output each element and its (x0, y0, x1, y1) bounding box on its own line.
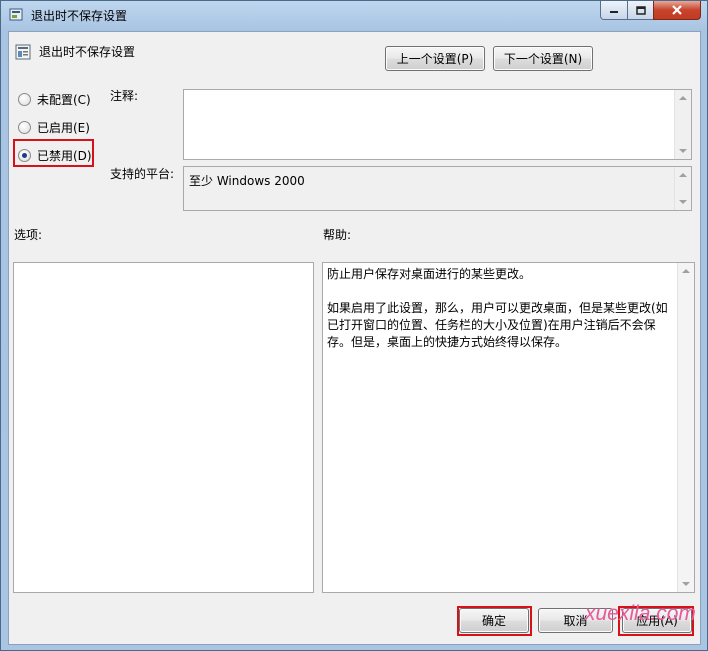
scroll-down-icon[interactable] (682, 582, 690, 586)
policy-icon (9, 8, 23, 21)
minimize-button[interactable] (600, 1, 628, 20)
highlight-disabled-option (13, 139, 94, 167)
setting-name: 退出时不保存设置 (39, 45, 136, 59)
window-title: 退出时不保存设置 (31, 9, 128, 23)
maximize-icon (635, 5, 646, 15)
comment-label: 注释: (110, 89, 139, 103)
help-label: 帮助: (323, 228, 352, 242)
next-setting-button[interactable]: 下一个设置(N) (493, 46, 593, 71)
highlight-ok-button (457, 606, 532, 636)
dialog-client-area: 退出时不保存设置 上一个设置(P) 下一个设置(N) 未配置(C) 已启用(E)… (8, 31, 701, 645)
radio-label: 已启用(E) (37, 121, 90, 135)
radio-indicator (18, 121, 31, 134)
scroll-up-icon[interactable] (679, 96, 687, 100)
close-icon (672, 5, 682, 15)
close-button[interactable] (653, 1, 701, 20)
platform-field: 至少 Windows 2000 (183, 166, 692, 211)
platform-label: 支持的平台: (110, 167, 175, 181)
radio-indicator (18, 93, 31, 106)
radio-enabled[interactable]: 已启用(E) (18, 119, 90, 136)
help-paragraph: 如果启用了此设置，那么，用户可以更改桌面，但是某些更改(如已打开窗口的位置、任务… (327, 301, 668, 349)
scroll-up-icon[interactable] (682, 269, 690, 273)
help-paragraph: 防止用户保存对桌面进行的某些更改。 (327, 267, 532, 281)
scroll-down-icon[interactable] (679, 200, 687, 204)
options-panel (13, 262, 314, 593)
comment-textarea[interactable] (183, 89, 692, 160)
setting-icon (15, 44, 31, 60)
comment-scrollbar[interactable] (674, 90, 691, 159)
help-text: 防止用户保存对桌面进行的某些更改。 如果启用了此设置，那么，用户可以更改桌面，但… (327, 266, 674, 368)
platform-value: 至少 Windows 2000 (189, 174, 305, 188)
platform-scrollbar[interactable] (674, 167, 691, 210)
watermark-text: xuexila.com (585, 602, 696, 625)
scroll-down-icon[interactable] (679, 149, 687, 153)
options-label: 选项: (14, 228, 43, 242)
radio-not-configured[interactable]: 未配置(C) (18, 91, 91, 108)
maximize-button[interactable] (627, 1, 654, 20)
minimize-icon (610, 11, 618, 13)
help-scrollbar[interactable] (677, 263, 694, 592)
scroll-up-icon[interactable] (679, 173, 687, 177)
help-panel: 防止用户保存对桌面进行的某些更改。 如果启用了此设置，那么，用户可以更改桌面，但… (322, 262, 695, 593)
radio-label: 未配置(C) (37, 93, 91, 107)
previous-setting-button[interactable]: 上一个设置(P) (385, 46, 485, 71)
title-bar: 退出时不保存设置 (1, 1, 707, 31)
dialog-window: 退出时不保存设置 退出时不保存设置 上一个设置(P) 下一个设置(N) 未配置(… (0, 0, 708, 651)
